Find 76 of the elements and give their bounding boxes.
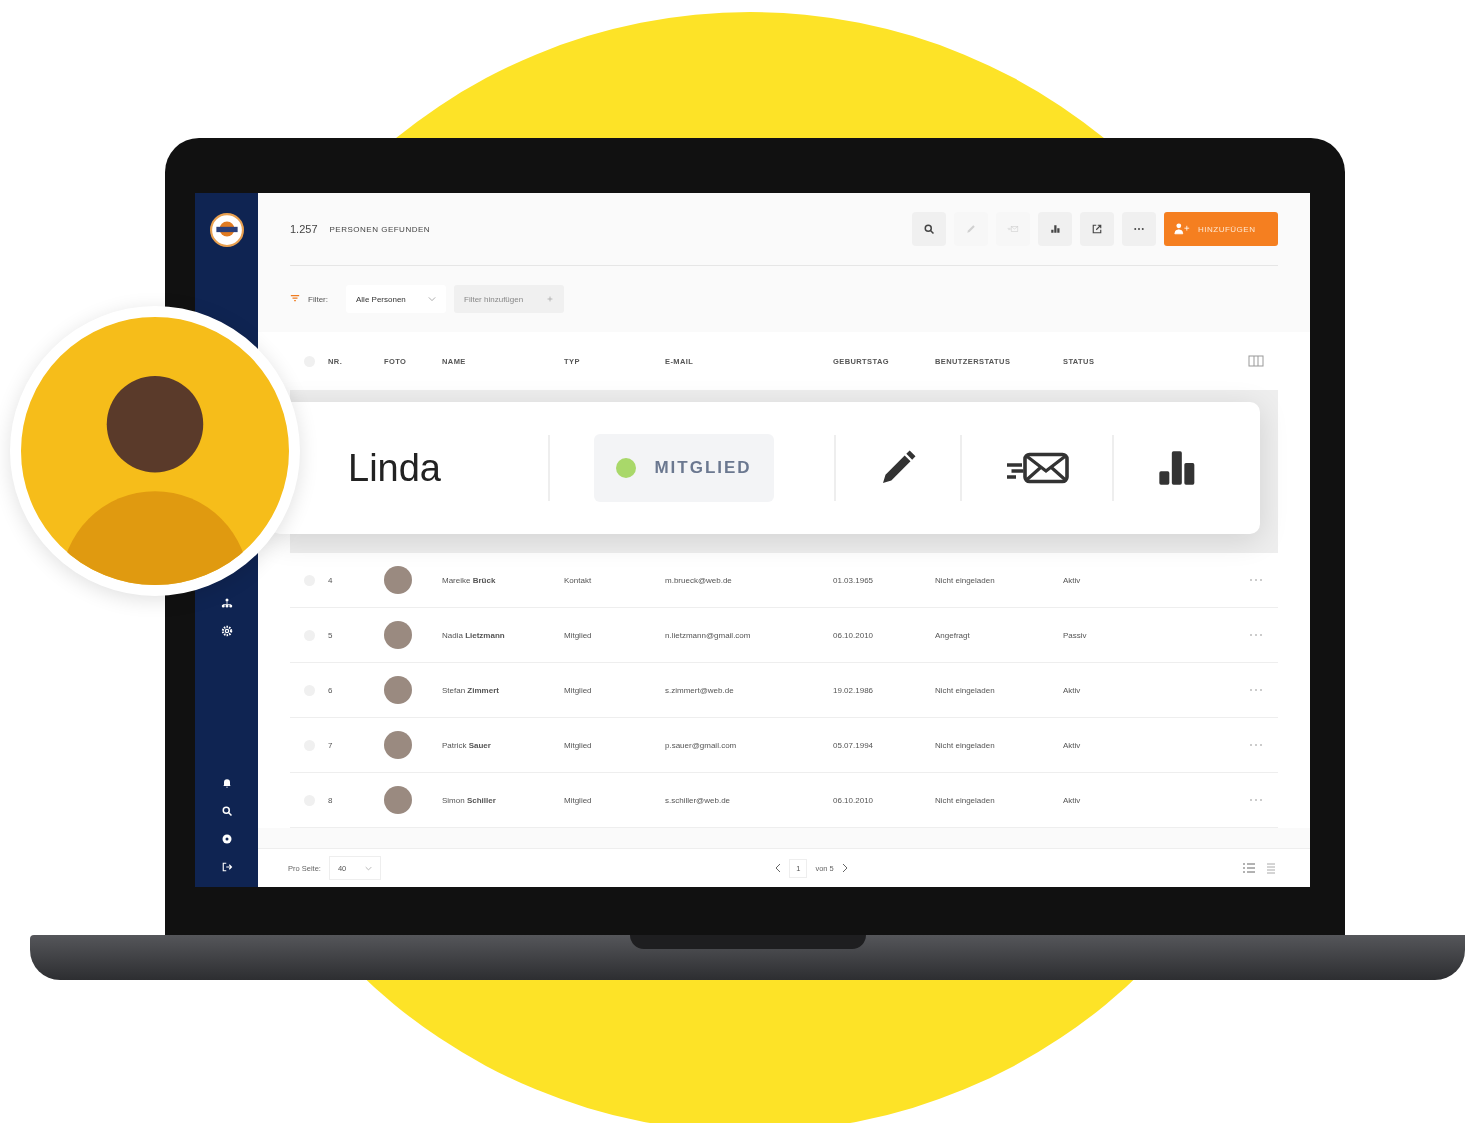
table-cell-text: Nicht eingeladen (935, 795, 996, 805)
avatar-placeholder (384, 621, 412, 649)
avatar-placeholder (384, 731, 412, 759)
table-cell-text: Mitglied (564, 740, 593, 750)
chart-button[interactable] (1038, 212, 1072, 246)
table-cell-text: 7 (328, 740, 334, 750)
chevron-down-icon (364, 865, 372, 871)
person-name: Simon Schiller (442, 795, 497, 805)
table-cell-text: Nicht eingeladen (935, 740, 996, 750)
table-cell-text: 01.03.1965 (833, 575, 875, 585)
more-icon[interactable] (1248, 578, 1264, 582)
external-link-icon (1091, 223, 1103, 235)
table-cell-text: p.sauer@gmail.com (665, 740, 738, 750)
table-cell-text: Kontakt (564, 575, 593, 585)
table-cell-text: Aktiv (1063, 575, 1082, 585)
table-cell-text: 5 (328, 630, 334, 640)
envelope-icon (1007, 223, 1019, 235)
table-cell-text: n.lietzmann@gmail.com (665, 630, 752, 640)
table-cell-text: s.schiller@web.de (665, 795, 732, 805)
more-icon[interactable] (1248, 688, 1264, 692)
filter-select[interactable]: Alle Personen (346, 285, 446, 313)
settings-icon[interactable] (220, 625, 233, 637)
table-cell-text: 4 (328, 575, 334, 585)
export-button[interactable] (1080, 212, 1114, 246)
person-name: Stefan Zimmert (442, 685, 500, 695)
table-cell-text: 05.07.1994 (833, 740, 875, 750)
table-cell-text: Nicht eingeladen (935, 575, 996, 585)
avatar-placeholder (384, 566, 412, 594)
table-cell-text: Aktiv (1063, 740, 1082, 750)
filter-label: Filter: (308, 294, 328, 304)
logo-icon (209, 213, 244, 247)
search-button[interactable] (912, 212, 946, 246)
columns-icon[interactable] (1248, 355, 1264, 367)
table-cell-text: s.zimmert@web.de (665, 685, 735, 695)
table-cell-text: Angefragt (935, 630, 971, 640)
chevron-down-icon (428, 296, 436, 302)
card-name: Linda (348, 446, 442, 490)
table-cell-text: Mitglied (564, 685, 593, 695)
more-icon[interactable] (1248, 743, 1264, 747)
table-cell-text: 19.02.1986 (833, 685, 875, 695)
logout-icon[interactable] (220, 861, 233, 873)
table-cell-text: 6 (328, 685, 334, 695)
more-icon[interactable] (1248, 798, 1264, 802)
table-cell-text: 06.10.2010 (833, 795, 875, 805)
table-cell-text: 06.10.2010 (833, 630, 875, 640)
search-icon (923, 223, 935, 235)
add-user-icon (1174, 222, 1190, 236)
member-badge: MITGLIED (594, 434, 774, 502)
result-label: PERSONEN GEFUNDEN (329, 224, 431, 234)
table-cell-text: Passiv (1063, 630, 1088, 640)
previous-page-icon[interactable] (775, 863, 782, 873)
hierarchy-icon[interactable] (220, 597, 233, 609)
list-view-icon[interactable] (1242, 862, 1256, 874)
result-count: 1.257 (290, 223, 318, 235)
help-icon[interactable] (220, 833, 233, 845)
next-page-icon[interactable] (841, 863, 848, 873)
table-cell-text: m.brueck@web.de (665, 575, 733, 585)
avatar-placeholder (384, 786, 412, 814)
filter-icon (290, 294, 300, 304)
person-name: Patrick Sauer (442, 740, 492, 750)
compact-view-icon[interactable] (1264, 862, 1278, 874)
table-cell-text: Nicht eingeladen (935, 685, 996, 695)
person-name: Nadia Lietzmann (442, 630, 506, 640)
table-cell-text: Aktiv (1063, 795, 1082, 805)
table-cell-text: Aktiv (1063, 685, 1082, 695)
avatar-placeholder (384, 676, 412, 704)
person-name: Mareike Brück (442, 575, 497, 585)
plus-icon (546, 295, 554, 303)
table-cell-text: 8 (328, 795, 334, 805)
bar-chart-icon (1049, 223, 1061, 235)
table-cell-text: Mitglied (564, 630, 593, 640)
bar-chart-icon[interactable] (1156, 448, 1196, 488)
more-icon[interactable] (1248, 633, 1264, 637)
table-cell-text: Mitglied (564, 795, 593, 805)
search-icon[interactable] (220, 805, 233, 817)
pencil-icon (965, 223, 977, 235)
